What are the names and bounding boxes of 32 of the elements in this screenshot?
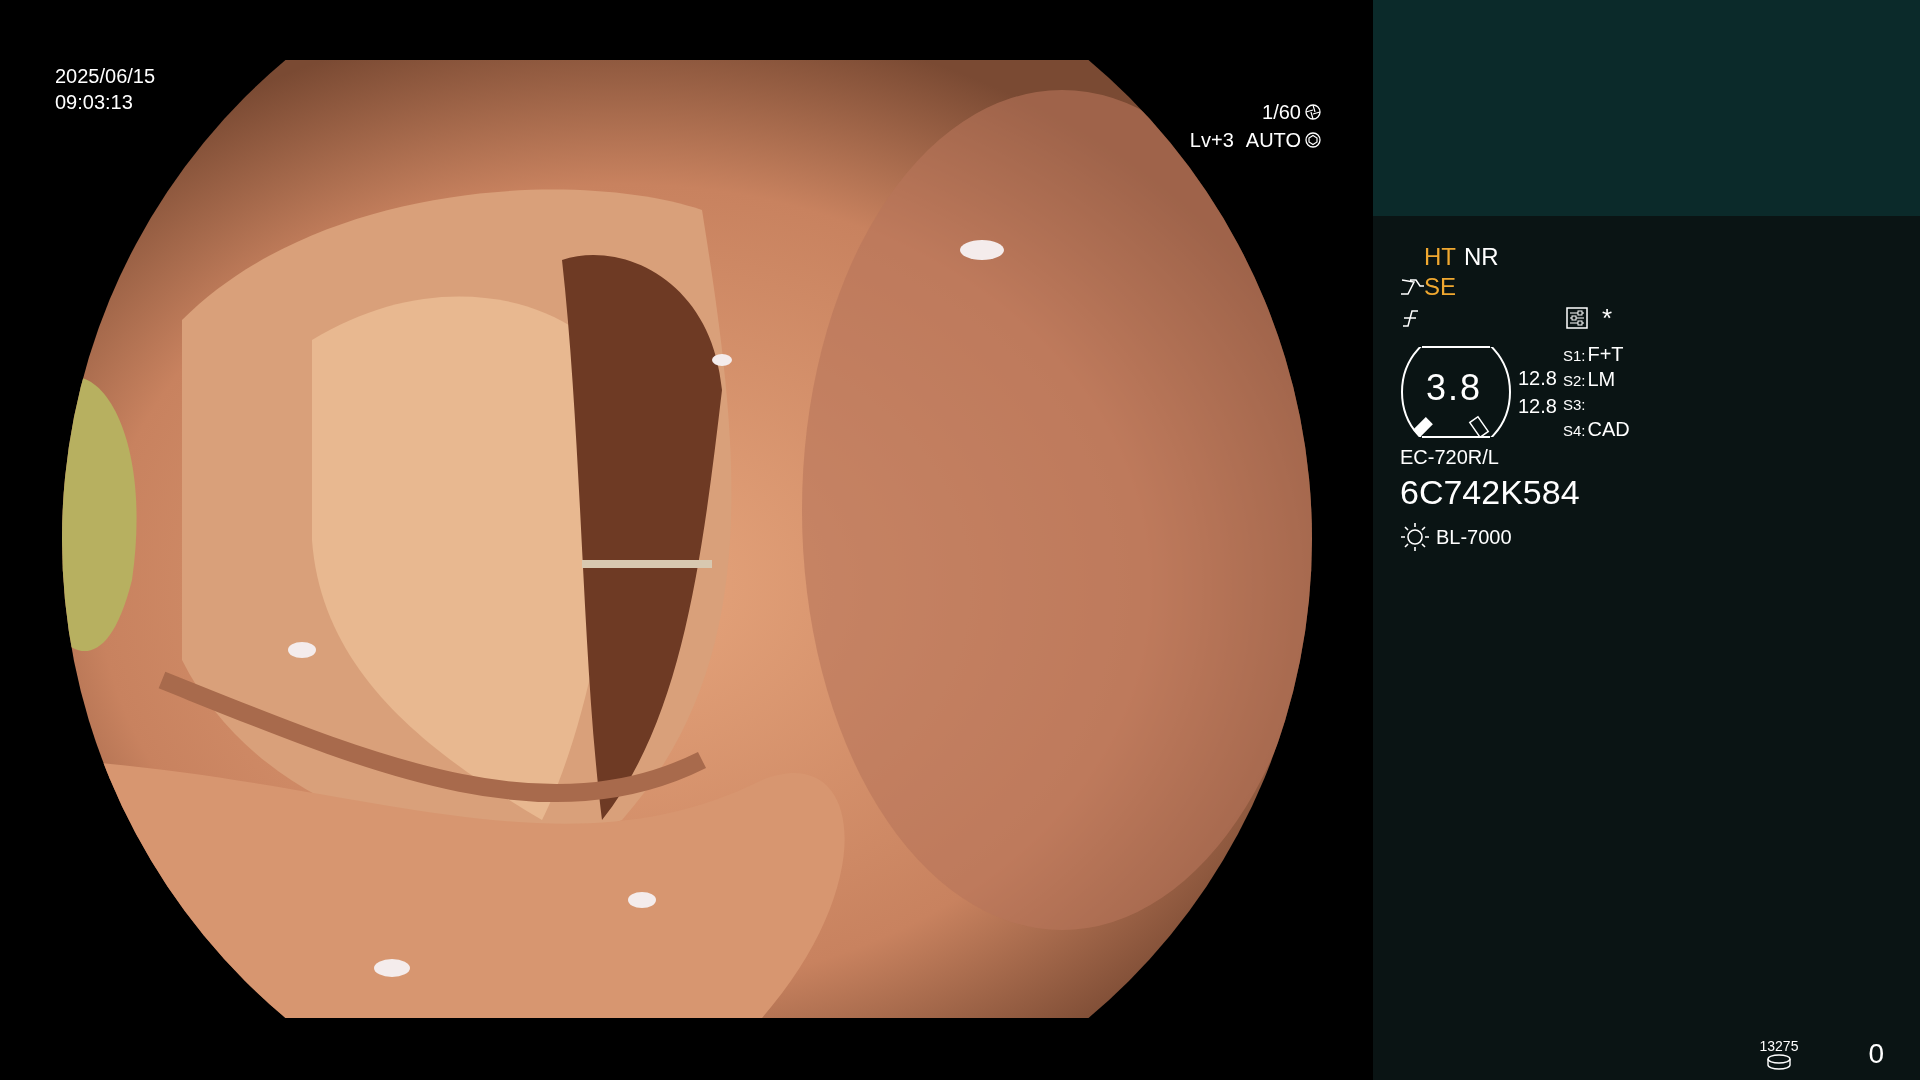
enhance-label: SE xyxy=(1424,272,1456,302)
iris-text: AUTO xyxy=(1245,128,1301,153)
lamp-icon xyxy=(1400,522,1430,552)
scope-model: EC-720R/L xyxy=(1400,445,1500,470)
marker-text: * xyxy=(1602,301,1613,335)
curve-icon xyxy=(1400,278,1424,296)
aperture-icon xyxy=(1305,104,1321,120)
switch-value: F+T xyxy=(1587,342,1624,367)
sliders-icon xyxy=(1566,307,1588,329)
mode-label: NR xyxy=(1464,242,1499,272)
zoom-dial-icon xyxy=(1400,346,1512,438)
date-text: 2025/06/15 xyxy=(55,64,156,89)
shutter-text: 1/60 xyxy=(1262,100,1301,125)
storage-count: 13275 xyxy=(1759,1038,1799,1054)
switch-key: S4: xyxy=(1562,418,1586,443)
time-text: 09:03:13 xyxy=(55,90,134,115)
disk-icon xyxy=(1765,1054,1792,1070)
reading-text: 12.8 xyxy=(1518,394,1557,419)
reading-text: 12.8 xyxy=(1518,366,1557,391)
zoom-value: 3.8 xyxy=(1426,368,1483,408)
mode-label: HT xyxy=(1424,242,1456,272)
scope-serial: 6C742K584 xyxy=(1400,472,1581,513)
iris-icon xyxy=(1305,132,1321,148)
slash-icon xyxy=(1400,308,1420,328)
switch-key: S3: xyxy=(1562,392,1586,417)
switch-key: S1: xyxy=(1562,343,1586,368)
counter-text: 0 xyxy=(1868,1038,1884,1070)
switch-value: CAD xyxy=(1587,417,1630,442)
switch-value: LM xyxy=(1587,367,1616,392)
light-source-text: BL-7000 xyxy=(1436,525,1512,550)
level-text: Lv+3 xyxy=(1189,128,1234,153)
switch-key: S2: xyxy=(1562,368,1586,393)
